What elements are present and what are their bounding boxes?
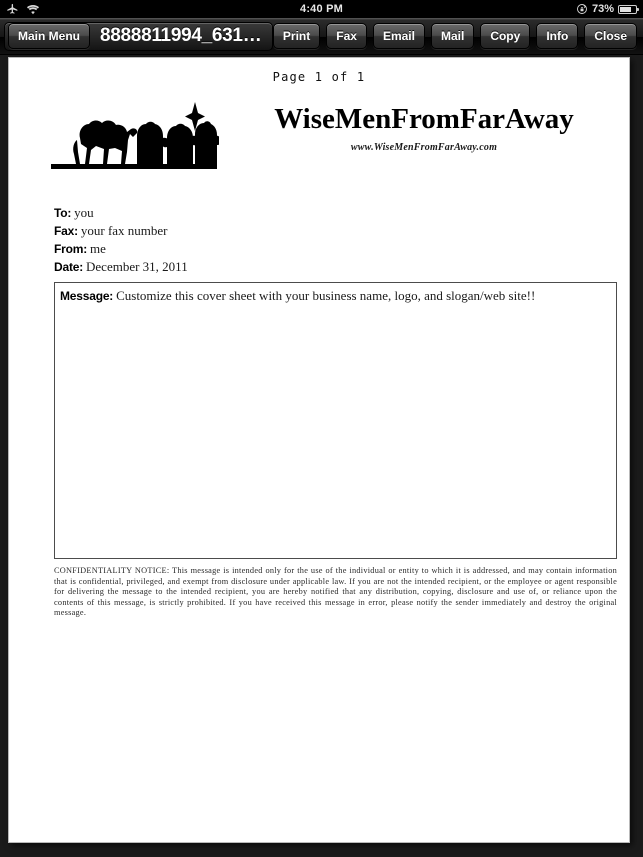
status-bar-left <box>0 3 126 16</box>
field-fax-label: Fax: <box>54 224 78 238</box>
field-from-value: me <box>90 241 106 256</box>
toolbar-actions: Print Fax Email Mail Copy Info Close <box>272 23 643 49</box>
close-button[interactable]: Close <box>584 23 637 49</box>
battery-percent-label: 73% <box>591 3 614 15</box>
field-to: To: you <box>54 204 629 222</box>
app-toolbar: Main Menu 8888811994_631_076417… Print F… <box>0 18 643 55</box>
letterhead: WiseMenFromFarAway www.WiseMenFromFarAwa… <box>9 96 629 186</box>
field-from-label: From: <box>54 242 87 256</box>
brand-url: www.WiseMenFromFarAway.com <box>350 141 498 153</box>
cover-fields: To: you Fax: your fax number From: me Date:… <box>54 204 629 276</box>
print-button[interactable]: Print <box>272 23 321 49</box>
message-text: Customize this cover sheet with your bus… <box>116 288 536 303</box>
email-button[interactable]: Email <box>372 23 425 49</box>
airplane-icon <box>6 3 19 16</box>
status-bar: 4:40 PM 73% <box>0 0 643 18</box>
rotation-lock-icon <box>576 3 588 15</box>
brand-name: WiseMenFromFarAway <box>274 103 574 135</box>
status-bar-time: 4:40 PM <box>300 3 343 15</box>
fax-button[interactable]: Fax <box>326 23 367 49</box>
document-viewport[interactable]: Page 1 of 1 WiseMenFromFarAway www.WiseM… <box>0 55 643 857</box>
info-button[interactable]: Info <box>536 23 579 49</box>
page-indicator: Page 1 of 1 <box>272 70 366 84</box>
message-line: Message: Customize this cover sheet with … <box>60 287 611 305</box>
field-date-value: December 31, 2011 <box>86 259 188 274</box>
wise-men-camel-star-logo <box>47 96 222 176</box>
document-title: 8888811994_631_076417… <box>100 25 266 46</box>
field-from: From: me <box>54 240 629 258</box>
field-date-label: Date: <box>54 260 84 274</box>
wifi-icon <box>26 4 40 15</box>
field-date: Date: December 31, 2011 <box>54 258 629 276</box>
battery-icon <box>618 4 639 14</box>
field-fax-value: your fax number <box>80 223 168 238</box>
field-fax: Fax: your fax number <box>54 222 629 240</box>
message-label: Message: <box>60 289 114 303</box>
main-menu-button[interactable]: Main Menu <box>8 23 90 49</box>
field-to-label: To: <box>54 206 72 220</box>
toolbar-title-group: Main Menu 8888811994_631_076417… <box>4 21 273 51</box>
fax-cover-sheet-page[interactable]: Page 1 of 1 WiseMenFromFarAway www.WiseM… <box>8 57 630 843</box>
field-to-value: you <box>74 205 94 220</box>
brand-block: WiseMenFromFarAway www.WiseMenFromFarAwa… <box>229 103 619 153</box>
copy-button[interactable]: Copy <box>480 23 531 49</box>
status-bar-right: 73% <box>517 3 643 15</box>
mail-button[interactable]: Mail <box>430 23 475 49</box>
confidentiality-notice: CONFIDENTIALITY NOTICE: This message is … <box>54 566 617 617</box>
message-box: Message: Customize this cover sheet with … <box>54 282 617 559</box>
